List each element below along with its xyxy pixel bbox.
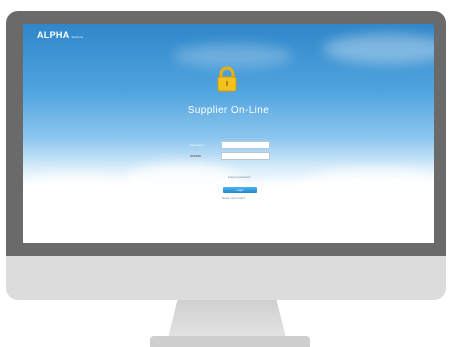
- username-input[interactable]: [221, 141, 270, 149]
- username-row: Username: [188, 141, 278, 151]
- monitor-screen: ALPHA Systems Supplier On-Line Username …: [23, 24, 434, 243]
- forgot-password-link[interactable]: Forgot password: [228, 175, 250, 179]
- brand-logo: ALPHA Systems: [37, 30, 83, 40]
- password-row: ID/PWD: [188, 152, 278, 162]
- password-input[interactable]: [221, 152, 270, 160]
- padlock-icon: [216, 66, 238, 92]
- username-label: Username: [190, 143, 204, 147]
- login-form: Username ID/PWD Forgot password Login Ne…: [188, 141, 278, 200]
- help-link[interactable]: Need more help?: [222, 196, 245, 200]
- monitor-stand-neck: [168, 300, 286, 338]
- monitor-stand-base: [150, 336, 310, 347]
- cloud: [43, 204, 423, 243]
- monitor-chin: [6, 256, 446, 300]
- stage: ALPHA Systems Supplier On-Line Username …: [0, 0, 452, 347]
- cloud: [323, 34, 434, 64]
- login-button[interactable]: Login: [223, 187, 257, 193]
- brand-name: ALPHA: [37, 30, 70, 40]
- brand-tagline: Systems: [71, 35, 84, 39]
- page-title: Supplier On-Line: [187, 105, 270, 116]
- cloud: [173, 44, 293, 68]
- password-label: ID/PWD: [190, 154, 201, 158]
